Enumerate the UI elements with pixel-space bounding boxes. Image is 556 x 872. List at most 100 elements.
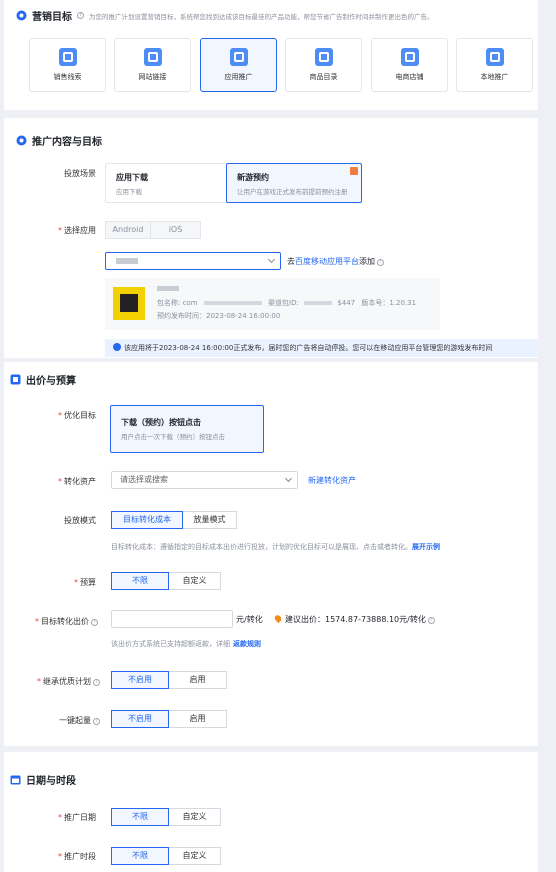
chevron-down-icon [267,255,276,264]
goal-tile-1[interactable]: 销售线索 [29,38,106,92]
scene-label: 投放场景 [64,169,96,178]
app-logo [113,287,145,320]
time-label: * 推广时段 [58,852,96,861]
product-catalog-icon [314,48,333,66]
schedule-header: 日期与时段 [10,772,76,787]
channel-id-tail: $447 [337,299,356,307]
blurred-app-name [116,258,138,264]
promo-content-card: 推广内容与目标 投放场景 应用下载 应用下载 新游预约 让用户在游戏正式发布前提… [4,118,538,358]
quick-start-label: 一键起量? [0,715,100,726]
help-icon[interactable]: ? [377,259,384,266]
inherit-enabled[interactable]: 启用 [169,671,227,689]
marketing-goal-title: 营销目标 [32,12,72,23]
mode-volume[interactable]: 放量模式 [183,511,237,529]
bid-budget-card: 出价与预算 * 优化目标 下载（预约）按钮点击 用户点击一次下载（预约）按钮点击 … [4,362,538,746]
website-link-icon [143,48,162,66]
mode-label: 投放模式 [64,516,96,525]
quick-start-disabled[interactable]: 不启用 [111,710,169,728]
marketing-goal-description: 为您的推广计划设置营销目标，系统帮您找到达成该目标最佳的产品功能，帮您节省广告制… [89,12,434,21]
chevron-down-icon [284,474,293,483]
convert-asset-label: * 转化资产 [58,477,96,486]
marketing-goal-card: 营销目标 ? 为您的推广计划设置营销目标，系统帮您找到达成该目标最佳的产品功能，… [4,0,538,110]
goal-tile-label: 本地推广 [480,73,509,81]
inherit-options: 不启用 启用 [111,671,227,689]
selected-corner-icon [350,167,358,175]
opt-target-label: * 优化目标 [58,411,96,420]
goal-tile-6[interactable]: 本地推广 [456,38,533,92]
goal-tile-label: 商品目录 [309,73,338,81]
budget-custom[interactable]: 自定义 [169,572,221,590]
goal-tile-3[interactable]: 应用推广 [200,38,277,92]
target-bid-input[interactable] [111,610,233,628]
schedule-title: 日期与时段 [26,776,76,787]
mode-target-cost[interactable]: 目标转化成本 [111,511,183,529]
tab-android[interactable]: Android [105,221,151,239]
budget-options: 不限 自定义 [111,572,221,590]
promo-content-title: 推广内容与目标 [32,137,102,148]
bid-budget-title: 出价与预算 [26,376,76,387]
new-convert-asset-link[interactable]: 新建转化资产 [308,475,356,486]
help-icon[interactable]: ? [427,617,435,624]
mode-options: 目标转化成本 放量模式 [111,511,237,529]
release-time: 预约发布时间：2023-08-24 16:00:00 [157,312,281,320]
time-options: 不限 自定义 [111,847,221,865]
help-icon[interactable]: ? [93,718,100,725]
platform-tabs: Android iOS [105,221,201,239]
budget-unlimited[interactable]: 不限 [111,572,169,590]
goal-tile-2[interactable]: 网站链接 [114,38,191,92]
sales-lead-icon [58,48,77,66]
quick-start-options: 不启用 启用 [111,710,227,728]
help-icon[interactable]: ? [91,619,98,626]
refund-description: 该出价方式系统已支持超额返款，详细 返款规则 [111,640,261,648]
inherit-label: * 继承优质计划? [0,676,100,687]
target-icon [16,135,27,146]
refund-rules-link[interactable]: 返款规则 [233,640,261,648]
location-pin-icon [273,613,283,624]
suggested-bid: 建议出价：1574.87-73888.10元/转化? [273,613,435,625]
goal-tile-4[interactable]: 商品目录 [285,38,362,92]
release-notice: 该应用将于2023-08-24 16:00:00正式发布，届时您的广告将自动停投… [105,339,538,357]
goal-tile-5[interactable]: 电商店铺 [371,38,448,92]
target-bid-label: * 目标转化出价? [0,616,98,627]
target-icon [16,10,27,21]
schedule-card: 日期与时段 * 推广日期 不限 自定义 * 推广时段 不限 自定义 [4,752,538,872]
channel-id-label: 渠道包ID: [268,299,299,307]
goal-tile-label: 应用推广 [224,73,253,81]
add-app-link: 去百度移动应用平台添加? [287,256,384,267]
time-unlimited[interactable]: 不限 [111,847,169,865]
bid-budget-header: 出价与预算 [10,372,76,387]
baidu-app-platform-link[interactable]: 百度移动应用平台 [295,257,359,266]
version: 版本号：1.20.31 [361,299,417,307]
expand-example-link[interactable]: 展开示例 [412,543,440,551]
app-label: * 选择应用 [58,226,96,235]
budget-icon [10,374,21,385]
calendar-icon [10,774,21,785]
inherit-disabled[interactable]: 不启用 [111,671,169,689]
scene-option-app-download[interactable]: 应用下载 应用下载 [105,163,241,203]
local-promotion-icon [485,48,504,66]
blurred-app-title [157,286,179,291]
app-promotion-icon [229,48,248,66]
date-options: 不限 自定义 [111,808,221,826]
date-label: * 推广日期 [58,813,96,822]
help-icon[interactable]: ? [93,679,100,686]
app-select[interactable] [105,252,281,270]
opt-target-download-click[interactable]: 下载（预约）按钮点击 用户点击一次下载（预约）按钮点击 [110,405,264,453]
quick-start-enabled[interactable]: 启用 [169,710,227,728]
mode-description: 目标转化成本：遵循指定的目标成本出价进行投放，计划的优化目标可以是展现、点击或者… [111,543,440,551]
info-icon [113,343,121,351]
package-name: 包名称: com [157,299,198,307]
scene-option-game-reservation[interactable]: 新游预约 让用户在游戏正式发布前提前预约注册 [226,163,362,203]
help-icon[interactable]: ? [77,12,84,19]
marketing-goal-header: 营销目标 ? 为您的推广计划设置营销目标，系统帮您找到达成该目标最佳的产品功能，… [16,8,434,23]
tab-ios[interactable]: iOS [151,221,201,239]
target-bid-unit: 元/转化 [236,615,263,624]
shop-cart-icon [400,48,419,66]
convert-asset-select[interactable]: 请选择或搜索 [111,471,298,489]
app-info-card: 包名称: com 渠道包ID: $447 版本号：1.20.31 预约发布时间：… [105,278,440,330]
goal-tile-label: 网站链接 [138,73,167,81]
goal-tile-label: 电商店铺 [395,73,424,81]
date-custom[interactable]: 自定义 [169,808,221,826]
time-custom[interactable]: 自定义 [169,847,221,865]
date-unlimited[interactable]: 不限 [111,808,169,826]
